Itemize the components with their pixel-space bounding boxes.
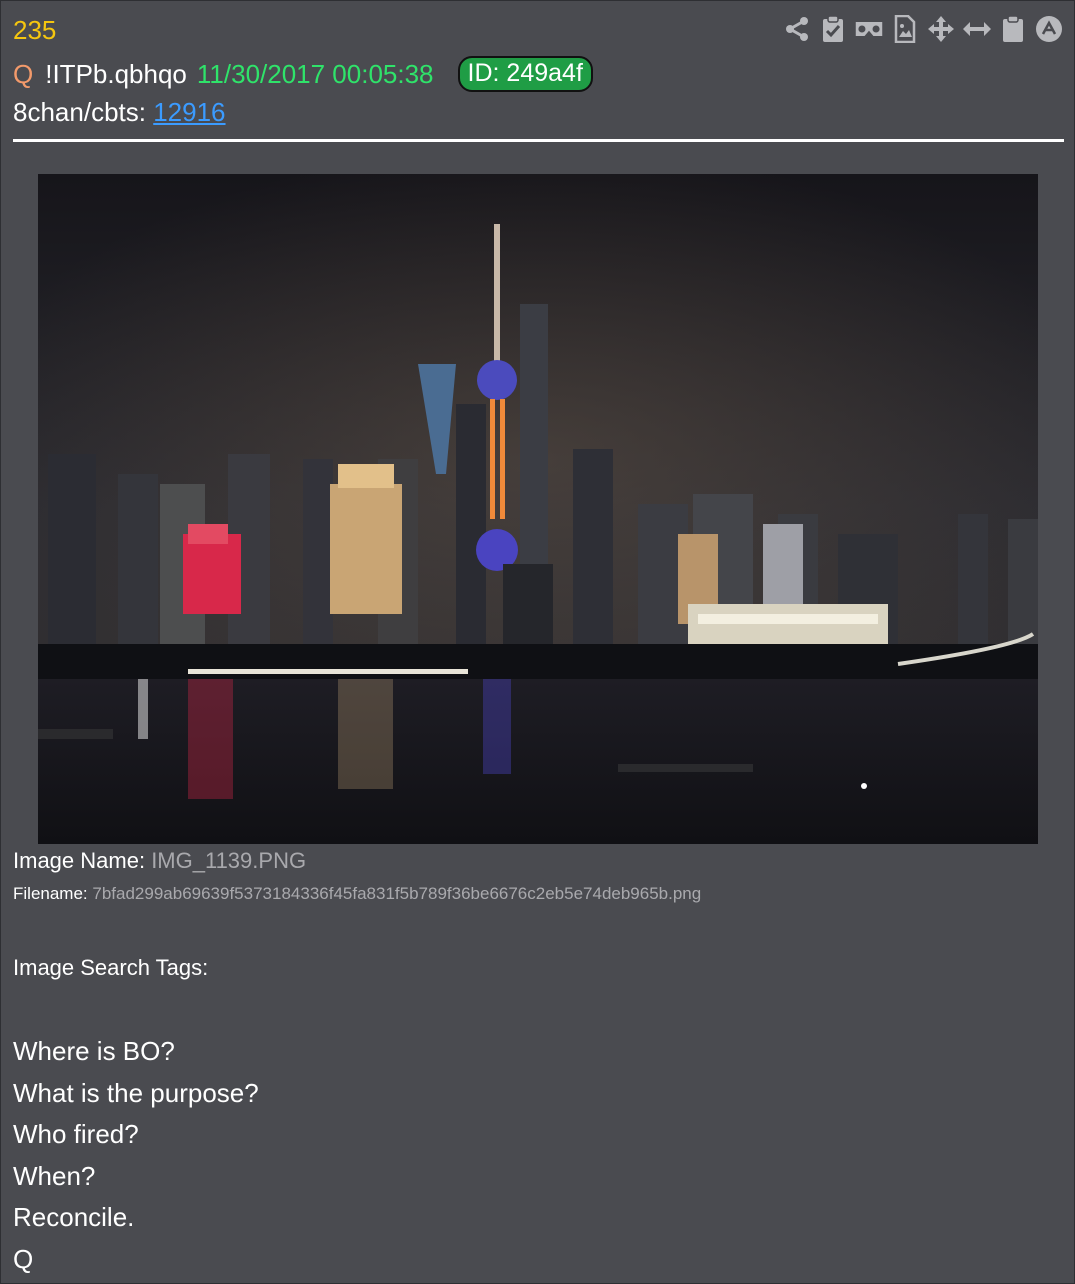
image-name-row: Image Name: IMG_1139.PNG <box>13 848 306 874</box>
filename-label: Filename: <box>13 884 88 903</box>
horizontal-arrows-icon[interactable] <box>962 13 992 45</box>
image-name-label: Image Name: <box>13 848 146 873</box>
board-reference: 8chan/cbts: 12916 <box>13 97 226 128</box>
image-search-tags: Image Search Tags: <box>13 955 209 980</box>
message-line: Where is BO? <box>13 1036 175 1066</box>
author-mark: Q <box>13 58 34 89</box>
image-name-value: IMG_1139.PNG <box>151 848 307 873</box>
header-divider <box>13 139 1064 142</box>
circle-up-icon[interactable] <box>1034 13 1064 45</box>
post-number[interactable]: 235 <box>13 15 56 46</box>
clipboard-icon[interactable] <box>998 13 1028 45</box>
message-line: When? <box>13 1160 96 1191</box>
post-toolbar <box>782 13 1064 45</box>
tripcode: !ITPb.qbhqo <box>45 58 187 89</box>
message-signature: Q <box>13 1243 34 1274</box>
vr-goggles-icon[interactable] <box>854 13 884 45</box>
share-icon[interactable] <box>782 13 812 45</box>
post-timestamp: 11/30/2017 00:05:38 <box>196 58 434 89</box>
clipboard-check-icon[interactable] <box>818 13 848 45</box>
move-arrows-icon[interactable] <box>926 13 956 45</box>
filename-row: Filename: 7bfad299ab69639f5373184336f45f… <box>13 884 701 904</box>
post-meta: Q !ITPb.qbhqo 11/30/2017 00:05:38 ID: 24… <box>13 56 593 92</box>
board-label: 8chan/cbts: <box>13 97 146 127</box>
message-line: Who fired? <box>13 1119 139 1149</box>
message-line: What is the purpose? <box>13 1077 259 1108</box>
post-container: 235 Q !ITPb.qbhqo 11/30/2017 00:05:38 ID… <box>0 0 1075 1284</box>
post-image[interactable] <box>38 174 1038 844</box>
post-message: Where is BO? What is the purpose? Who fi… <box>13 1031 259 1280</box>
thread-link[interactable]: 12916 <box>153 97 225 127</box>
message-line: Reconcile. <box>13 1202 135 1232</box>
poster-id-badge[interactable]: ID: 249a4f <box>457 56 593 92</box>
filename-value: 7bfad299ab69639f5373184336f45fa831f5b789… <box>92 884 702 903</box>
image-file-icon[interactable] <box>890 13 920 45</box>
